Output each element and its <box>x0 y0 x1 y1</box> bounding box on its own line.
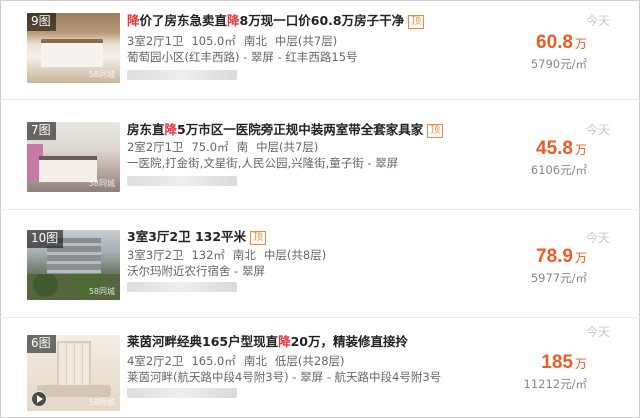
photo-count: 9图 <box>27 13 56 31</box>
blurred-text <box>127 282 237 292</box>
orientation: 南 <box>236 140 249 154</box>
title-part: 降 <box>227 13 240 28</box>
blurred-text <box>127 388 237 398</box>
price-unit: 万 <box>574 37 587 51</box>
price: 60.8 万 <box>536 32 587 54</box>
price-value: 60.8 <box>536 32 573 53</box>
listing-address[interactable]: 沃尔玛附近农行宿舍 - 翠屏 <box>127 264 265 278</box>
floor: 中层(共8层) <box>263 248 327 262</box>
post-time: 今天 <box>585 325 610 339</box>
listing-photo[interactable]: 6图 58同城 <box>27 335 120 411</box>
blurred-text <box>127 176 237 186</box>
orientation: 南北 <box>243 34 267 48</box>
listing-photo[interactable]: 10图 58同城 <box>27 230 120 300</box>
floor: 中层(共7层) <box>274 34 338 48</box>
area: 132㎡ <box>191 248 225 262</box>
list-item[interactable]: 10图 58同城 3室3厅2卫 132平米顶 3室3厅2卫 132㎡ 南北 中层(共8… <box>0 218 640 318</box>
listing-meta: 4室2厅2卫 165.0㎡ 南北 低层(共28层) <box>127 354 353 368</box>
listing-photo[interactable]: 7图 58同城 <box>27 122 120 192</box>
table-shape <box>37 385 111 397</box>
price: 78.9 万 <box>536 246 587 268</box>
price-unit: 万 <box>574 357 587 371</box>
list-item[interactable]: 9图 58同城 降价了房东急卖直降8万现一口价60.8万房子干净顶 3室2厅1卫… <box>0 0 640 100</box>
price-value: 78.9 <box>536 246 573 267</box>
unit-price: 5977元/㎡ <box>530 271 587 285</box>
layout: 3室3厅2卫 <box>127 248 184 262</box>
listing-title[interactable]: 房东直降5万市区一医院旁正规中装两室带全套家具家顶 <box>127 122 444 138</box>
area: 165.0㎡ <box>191 354 236 368</box>
list-item[interactable]: 7图 58同城 房东直降5万市区一医院旁正规中装两室带全套家具家顶 2室2厅1卫… <box>0 110 640 210</box>
orientation: 南北 <box>232 248 256 262</box>
photo-watermark: 58同城 <box>88 70 115 79</box>
unit-price: 6106元/㎡ <box>530 163 587 177</box>
price: 45.8 万 <box>536 138 587 160</box>
top-badge: 顶 <box>408 15 425 29</box>
title-part: 莱茵河畔经典165户型现直 <box>127 334 279 349</box>
bed-shape <box>41 39 103 67</box>
listing-address[interactable]: 葡萄园小区(红丰西路) - 翠屏 - 红丰西路15号 <box>127 50 358 64</box>
price-value: 45.8 <box>536 138 573 159</box>
listing-meta: 3室3厅2卫 132㎡ 南北 中层(共8层) <box>127 248 334 262</box>
title-part: 20万，精装修直接拎 <box>290 334 409 349</box>
area: 75.0㎡ <box>191 140 229 154</box>
listing-meta: 2室2厅1卫 75.0㎡南中层(共7层) <box>127 140 326 154</box>
post-time: 今天 <box>585 231 610 245</box>
listing-meta: 3室2厅1卫 105.0㎡ 南北 中层(共7层) <box>127 34 345 48</box>
price: 185 万 <box>541 352 587 374</box>
layout: 4室2厅2卫 <box>127 354 184 368</box>
layout: 2室2厅1卫 <box>127 140 184 154</box>
price-unit: 万 <box>574 143 587 157</box>
photo-count: 10图 <box>27 230 64 248</box>
video-play-icon[interactable] <box>31 391 47 407</box>
title-part: 房东直 <box>127 122 165 137</box>
title-part: 降 <box>127 13 140 28</box>
title-part: 3室3厅2卫 132平米 <box>127 229 247 244</box>
price-unit: 万 <box>574 251 587 265</box>
photo-count: 7图 <box>27 122 56 140</box>
blurred-text <box>127 70 237 80</box>
area: 105.0㎡ <box>191 34 236 48</box>
photo-watermark: 58同城 <box>88 398 115 407</box>
title-part: 8万现一口价60.8万房子干净 <box>239 13 405 28</box>
listing-title[interactable]: 降价了房东急卖直降8万现一口价60.8万房子干净顶 <box>127 13 425 29</box>
listing-title[interactable]: 3室3厅2卫 132平米顶 <box>127 229 267 245</box>
listing-title[interactable]: 莱茵河畔经典165户型现直降20万，精装修直接拎 <box>127 334 408 350</box>
photo-count: 6图 <box>27 335 56 353</box>
layout: 3室2厅1卫 <box>127 34 184 48</box>
photo-watermark: 58同城 <box>88 287 115 296</box>
title-part: 价了房东急卖直 <box>139 13 228 28</box>
top-badge: 顶 <box>427 124 444 138</box>
unit-price: 11212元/㎡ <box>523 377 587 391</box>
post-time: 今天 <box>585 14 610 28</box>
photo-watermark: 58同城 <box>88 179 115 188</box>
price-value: 185 <box>541 352 573 373</box>
list-item[interactable]: 6图 58同城 莱茵河畔经典165户型现直降20万，精装修直接拎 4室2厅2卫 1… <box>0 322 640 418</box>
cabinet-shape <box>57 341 91 389</box>
listing-address[interactable]: 莱茵河畔(航天路中段4号附3号) - 翠屏 - 航天路中段4号附3号 <box>127 370 441 384</box>
listing-address[interactable]: 一医院,打金街,文星街,人民公园,兴隆街,童子街 - 翠屏 <box>127 156 398 170</box>
title-part: 5万市区一医院旁正规中装两室带全套家具家 <box>177 122 424 137</box>
floor: 低层(共28层) <box>274 354 345 368</box>
orientation: 南北 <box>243 354 267 368</box>
top-badge: 顶 <box>250 231 267 245</box>
listing-photo[interactable]: 9图 58同城 <box>27 13 120 83</box>
unit-price: 5790元/㎡ <box>530 57 587 71</box>
floor: 中层(共7层) <box>256 140 319 154</box>
title-part: 降 <box>278 334 291 349</box>
title-part: 降 <box>164 122 178 137</box>
post-time: 今天 <box>585 123 610 137</box>
